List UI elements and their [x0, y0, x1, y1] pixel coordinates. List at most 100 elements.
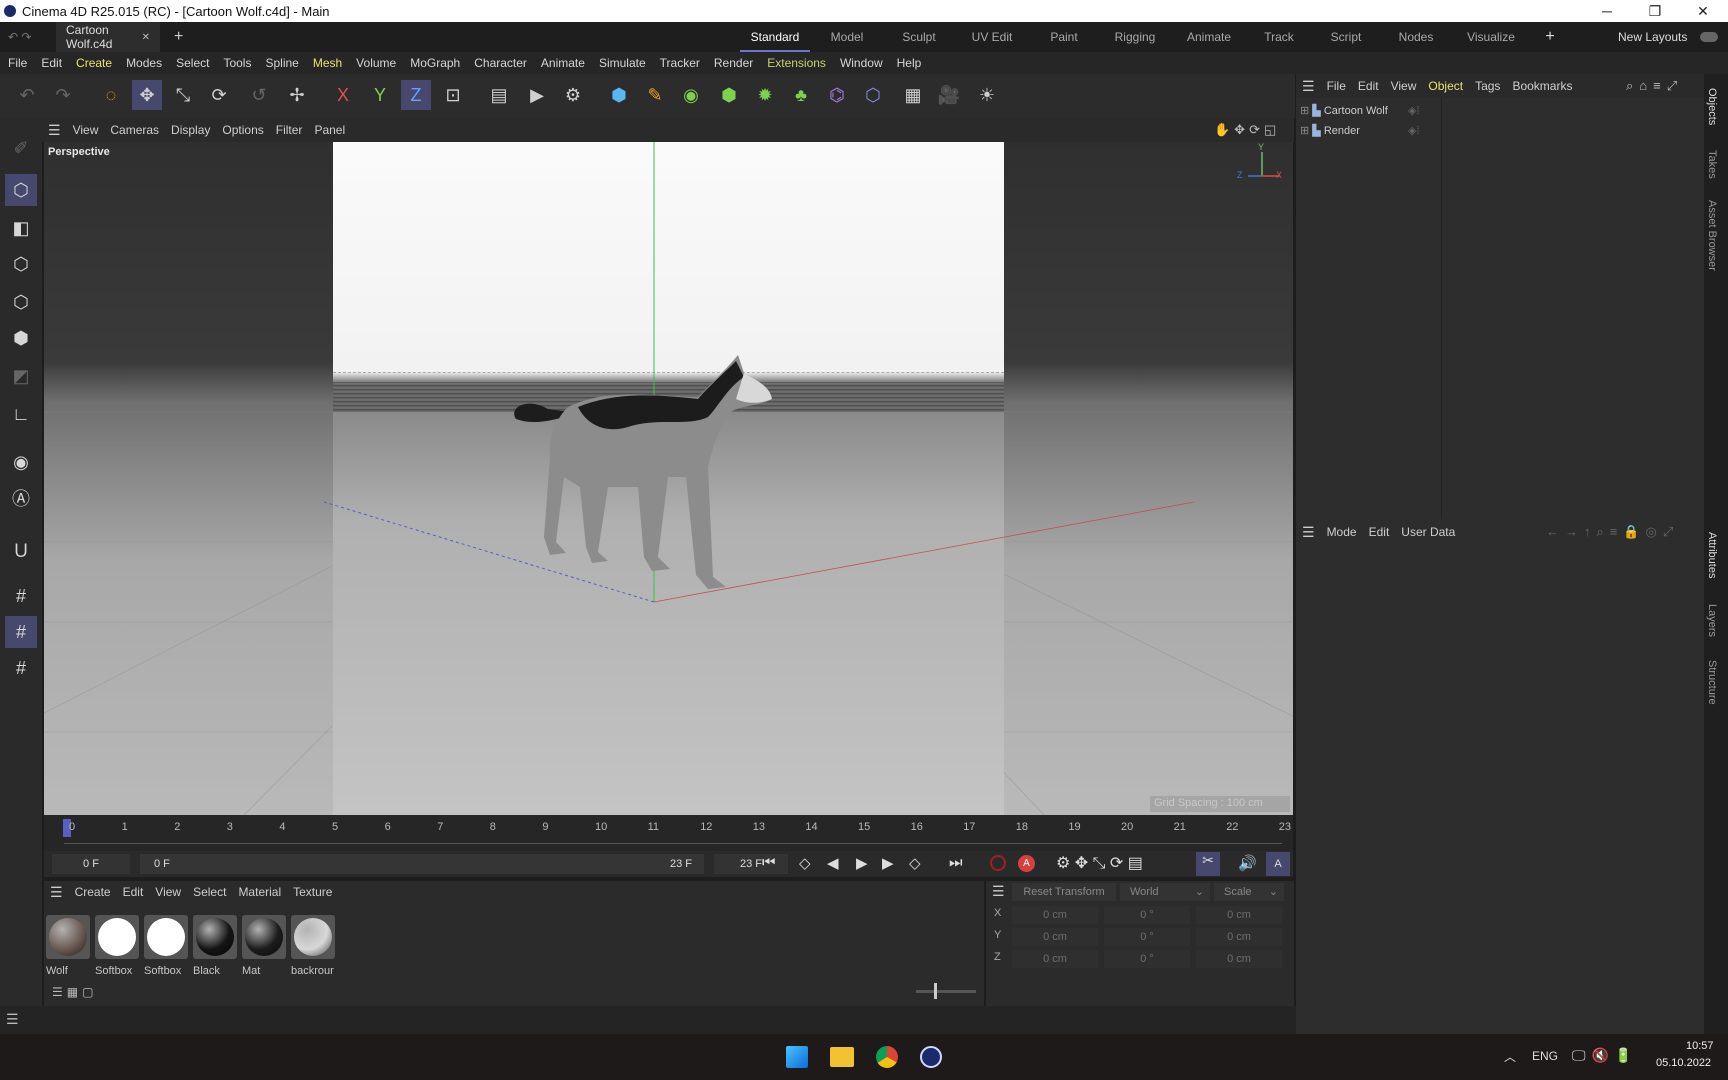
next-frame-icon[interactable]: ▶	[882, 854, 894, 872]
menu-help[interactable]: Help	[897, 56, 922, 70]
tray-icons[interactable]: 🖵🔇🔋	[1572, 1047, 1638, 1064]
object-hamburger-icon[interactable]: ☰	[1302, 78, 1315, 95]
coord-position-field[interactable]: 0 cm	[1012, 906, 1098, 924]
play-icon[interactable]: ▶	[856, 854, 868, 872]
frame-range-slider[interactable]: 0 F 23 F	[140, 854, 704, 874]
object-menu-file[interactable]: File	[1327, 79, 1346, 93]
viewport-hamburger-icon[interactable]: ☰	[48, 122, 61, 139]
coord-size-field[interactable]: 0 cm	[1196, 950, 1282, 968]
sound-icon[interactable]: 🔊	[1238, 854, 1257, 872]
pen-spline-icon[interactable]: ✎	[640, 80, 670, 110]
viewport-menu-panel[interactable]: Panel	[314, 123, 345, 137]
render-view-icon[interactable]: ▤	[484, 80, 514, 110]
coord-rotation-field[interactable]: 0 °	[1104, 928, 1190, 946]
viewport-menu-cameras[interactable]: Cameras	[110, 123, 159, 137]
y-axis-lock[interactable]: Y	[365, 80, 395, 110]
x-axis-lock[interactable]: X	[328, 80, 358, 110]
menu-extensions[interactable]: Extensions	[767, 56, 826, 70]
coord-position-field[interactable]: 0 cm	[1012, 950, 1098, 968]
object-menu-edit[interactable]: Edit	[1358, 79, 1379, 93]
mograph-icon[interactable]: ♣	[786, 80, 816, 110]
layer-visibility-icon[interactable]: ◈⁞	[1408, 102, 1420, 120]
side-tab-takes[interactable]: Takes	[1706, 150, 1718, 179]
viewport-menu-options[interactable]: Options	[222, 123, 263, 137]
minimize-button[interactable]: ─	[1584, 0, 1630, 22]
material-hamburger-icon[interactable]: ☰	[50, 884, 63, 901]
layout-tab-rigging[interactable]: Rigging	[1098, 22, 1172, 52]
cloner-icon[interactable]: ✹	[750, 80, 780, 110]
material-swatch[interactable]	[46, 915, 90, 959]
render-settings-icon[interactable]: ⚙	[558, 80, 588, 110]
menu-spline[interactable]: Spline	[265, 56, 298, 70]
close-tab-icon[interactable]: ✕	[142, 32, 150, 43]
object-menu-object[interactable]: Object	[1428, 79, 1463, 93]
layout-tab-uv-edit[interactable]: UV Edit	[954, 22, 1030, 52]
snap-icon[interactable]: Ⓐ	[5, 482, 37, 514]
live-selection-icon[interactable]: ◌	[96, 80, 126, 110]
menu-tracker[interactable]: Tracker	[660, 56, 700, 70]
material-swatch[interactable]	[144, 915, 188, 959]
layout-tab-model[interactable]: Model	[810, 22, 884, 52]
object-menu-view[interactable]: View	[1391, 79, 1417, 93]
z-axis-lock[interactable]: Z	[401, 80, 431, 110]
attribute-nav-icons[interactable]: ←→↑⌕≡🔒◎⤢	[1546, 524, 1679, 540]
attribute-menu-user-data[interactable]: User Data	[1401, 525, 1455, 539]
side-tab-layers[interactable]: Layers	[1706, 604, 1718, 637]
layout-tab-visualize[interactable]: Visualize	[1452, 22, 1530, 52]
axis-mode-icon[interactable]: ∟	[5, 398, 37, 430]
solo-icon[interactable]: ◉	[5, 446, 37, 478]
menu-mesh[interactable]: Mesh	[313, 56, 342, 70]
attribute-menu-mode[interactable]: Mode	[1327, 525, 1357, 539]
material-menu-select[interactable]: Select	[193, 885, 226, 899]
end-frame-field[interactable]: 23 F	[714, 854, 788, 874]
side-tab-objects[interactable]: Objects	[1706, 88, 1718, 125]
attribute-menu-edit[interactable]: Edit	[1369, 525, 1390, 539]
menu-select[interactable]: Select	[176, 56, 209, 70]
coord-size-field[interactable]: 0 cm	[1196, 906, 1282, 924]
material-swatch[interactable]	[95, 915, 139, 959]
coord-rotation-field[interactable]: 0 °	[1104, 950, 1190, 968]
coord-mode-dropdown[interactable]: Scale ⌄	[1214, 883, 1284, 901]
magnet-icon[interactable]: Ｕ	[5, 534, 37, 566]
material-menu-create[interactable]: Create	[75, 885, 111, 899]
subdivision-icon[interactable]: ◉	[676, 80, 706, 110]
reset-transform-button[interactable]: Reset Transform	[1012, 883, 1116, 901]
keyframe-settings-icon[interactable]: ⚙ ✥ ⤡ ⟳ ▤	[1056, 853, 1143, 873]
uv-mode-icon[interactable]: ◩	[5, 360, 37, 392]
viewport-menu-display[interactable]: Display	[171, 123, 210, 137]
material-menu-material[interactable]: Material	[238, 885, 281, 899]
restore-button[interactable]: ❐	[1632, 0, 1678, 22]
layout-tab-standard[interactable]: Standard	[740, 22, 810, 52]
material-menu-texture[interactable]: Texture	[293, 885, 332, 899]
timeline-ruler[interactable]: 0 1 2 3 4 5 6 7 8 9 10 11 12 13 14 15 16 17 18 19 20 21 22 23	[44, 815, 1293, 851]
toggle-switch[interactable]	[1700, 32, 1718, 42]
floor-icon[interactable]: ▦	[898, 80, 928, 110]
clock-time[interactable]: 10:57	[1686, 1040, 1714, 1052]
deformer-icon[interactable]: ⌬	[822, 80, 852, 110]
menu-mograph[interactable]: MoGraph	[410, 56, 460, 70]
menu-tools[interactable]: Tools	[223, 56, 251, 70]
recent-tool-icon[interactable]: ↺	[244, 80, 274, 110]
add-tab-button[interactable]: +	[174, 28, 183, 46]
coord-rotation-field[interactable]: 0 °	[1104, 906, 1190, 924]
grid-snap-icon[interactable]: #	[5, 616, 37, 648]
side-tab-asset-browser[interactable]: Asset Browser	[1706, 200, 1718, 271]
model-mode-icon[interactable]: ⬡	[5, 174, 37, 206]
point-level-animation-icon[interactable]: ✂	[1196, 852, 1220, 876]
redo-icon[interactable]: ↷	[48, 80, 78, 110]
zoom-slider[interactable]	[916, 983, 976, 999]
cube-icon[interactable]: ⬢	[604, 80, 634, 110]
layer-visibility-icon[interactable]: ◈⁞	[1408, 122, 1420, 140]
move-tool-icon[interactable]: ✥	[132, 80, 162, 110]
viewport-menu-view[interactable]: View	[73, 123, 99, 137]
document-tab[interactable]: Cartoon Wolf.c4d ✕	[56, 22, 160, 52]
light-icon[interactable]: ☀	[972, 80, 1002, 110]
go-to-start-icon[interactable]: ⏮	[762, 854, 776, 871]
file-explorer-icon[interactable]	[830, 1047, 854, 1067]
cinema4d-taskbar-icon[interactable]	[920, 1046, 942, 1068]
menu-character[interactable]: Character	[474, 56, 527, 70]
layout-tab-sculpt[interactable]: Sculpt	[884, 22, 954, 52]
autokey-icon[interactable]: A	[1018, 855, 1035, 872]
rotate-tool-icon[interactable]: ⟳	[204, 80, 234, 110]
points-mode-icon[interactable]: ⬡	[5, 248, 37, 280]
